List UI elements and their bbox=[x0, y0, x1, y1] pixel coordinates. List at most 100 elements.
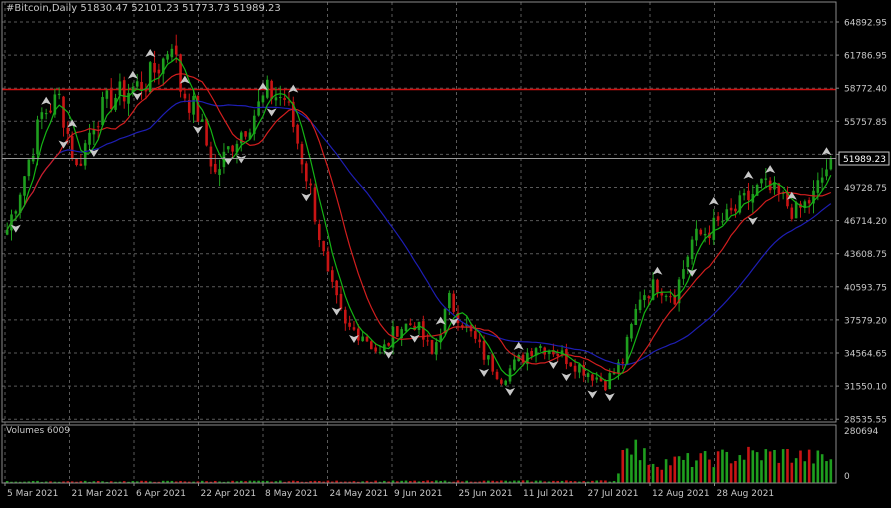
candle-body bbox=[179, 54, 182, 92]
chart-canvas[interactable]: 64892.9561786.9558772.4055757.8552743.30… bbox=[0, 0, 891, 504]
candle-body bbox=[747, 190, 750, 201]
candle-body bbox=[62, 96, 65, 128]
candle-body bbox=[244, 131, 247, 137]
candle-body bbox=[5, 229, 9, 235]
price-label: 28535.55 bbox=[844, 416, 887, 426]
candle-body bbox=[569, 362, 573, 367]
candle-body bbox=[686, 256, 690, 268]
candle-body bbox=[96, 126, 100, 128]
candle-body bbox=[604, 380, 607, 391]
candle-body bbox=[300, 144, 304, 165]
candle-body bbox=[634, 308, 638, 325]
candle-body bbox=[352, 327, 356, 330]
time-label: 9 Jun 2021 bbox=[394, 489, 442, 499]
candle-body bbox=[148, 62, 152, 93]
volume-bar bbox=[820, 454, 824, 483]
price-label: 40593.75 bbox=[844, 283, 887, 293]
candle-body bbox=[404, 323, 408, 332]
volume-bar bbox=[721, 449, 724, 483]
candle-body bbox=[49, 110, 52, 113]
candle-body bbox=[213, 163, 217, 173]
price-label: 43608.75 bbox=[844, 250, 887, 260]
candle-body bbox=[79, 163, 83, 166]
candle-body bbox=[820, 177, 824, 183]
candle-body bbox=[760, 178, 763, 184]
candle-body bbox=[23, 176, 26, 196]
candle-body bbox=[144, 90, 148, 92]
volume-bar bbox=[790, 462, 794, 483]
fractal-down-icon bbox=[58, 140, 69, 149]
candle-body bbox=[118, 81, 122, 96]
chart-frame bbox=[1, 1, 837, 484]
volume-bar bbox=[660, 469, 664, 483]
volume-zero-label: 0 bbox=[844, 472, 850, 482]
volume-pane-border bbox=[1, 424, 837, 484]
volume-bar bbox=[682, 459, 685, 483]
candle-body bbox=[725, 209, 729, 221]
candle-body bbox=[66, 127, 70, 134]
candle-body bbox=[448, 292, 451, 309]
volume-bar bbox=[643, 448, 646, 483]
candle-body bbox=[140, 81, 143, 91]
symbol-label: #Bitcoin,Daily bbox=[6, 3, 78, 14]
candle-body bbox=[664, 295, 668, 297]
candle-body bbox=[313, 187, 317, 222]
time-label: 27 Jul 2021 bbox=[588, 489, 639, 499]
fractal-down-icon bbox=[747, 216, 758, 225]
volume-bar bbox=[712, 467, 716, 483]
volume-bar bbox=[725, 451, 729, 483]
candle-body bbox=[764, 178, 768, 180]
fractal-up-icon bbox=[67, 119, 78, 128]
candle-body bbox=[608, 373, 612, 390]
chart-window[interactable]: 64892.9561786.9558772.4055757.8552743.30… bbox=[0, 0, 891, 504]
fractal-down-icon bbox=[548, 361, 559, 370]
candle-body bbox=[573, 365, 577, 372]
chart-title: #Bitcoin,Daily 51830.47 52101.23 51773.7… bbox=[6, 3, 281, 14]
fractal-up-icon bbox=[765, 165, 776, 174]
candle-body bbox=[44, 113, 48, 115]
candle-body bbox=[287, 101, 291, 103]
candle-body bbox=[474, 331, 477, 339]
candle-body bbox=[153, 62, 156, 73]
candle-body bbox=[378, 352, 382, 354]
candle-body bbox=[330, 270, 334, 282]
price-label: 58772.40 bbox=[844, 85, 887, 95]
volume-bar bbox=[768, 451, 772, 483]
time-label: 22 Apr 2021 bbox=[201, 489, 257, 499]
volume-bar bbox=[738, 455, 742, 483]
main-pane-border bbox=[1, 1, 837, 423]
volume-bar bbox=[786, 449, 789, 483]
volume-bar bbox=[695, 460, 698, 483]
candle-body bbox=[374, 347, 377, 352]
time-label: 11 Jul 2021 bbox=[523, 489, 574, 499]
grid bbox=[2, 2, 836, 483]
candle-body bbox=[40, 112, 44, 119]
candle-body bbox=[322, 240, 325, 252]
candle-body bbox=[807, 200, 811, 204]
volume-bar bbox=[799, 450, 802, 483]
volume-bar bbox=[773, 449, 776, 483]
candle-body bbox=[530, 350, 534, 357]
price-label: 31550.10 bbox=[844, 383, 887, 393]
candle-body bbox=[75, 159, 78, 166]
candle-body bbox=[209, 146, 213, 167]
candle-body bbox=[365, 336, 369, 342]
candle-body bbox=[734, 208, 737, 212]
candle-body bbox=[122, 80, 126, 102]
fractal-up-icon bbox=[41, 96, 52, 105]
time-label: 12 Aug 2021 bbox=[652, 489, 710, 499]
volume-bar bbox=[751, 450, 755, 483]
fractal-down-icon bbox=[236, 155, 247, 164]
candle-body bbox=[187, 100, 191, 113]
volume-bar bbox=[677, 456, 681, 483]
candle-body bbox=[647, 296, 651, 298]
volume-bar bbox=[825, 461, 828, 483]
candle-body bbox=[278, 97, 282, 99]
candle-body bbox=[387, 343, 390, 346]
volume-bar bbox=[747, 446, 750, 483]
candle-body bbox=[656, 279, 659, 293]
candle-body bbox=[218, 169, 221, 176]
candle-body bbox=[309, 183, 312, 186]
volume-bar bbox=[807, 449, 811, 483]
candle-body bbox=[482, 340, 486, 360]
